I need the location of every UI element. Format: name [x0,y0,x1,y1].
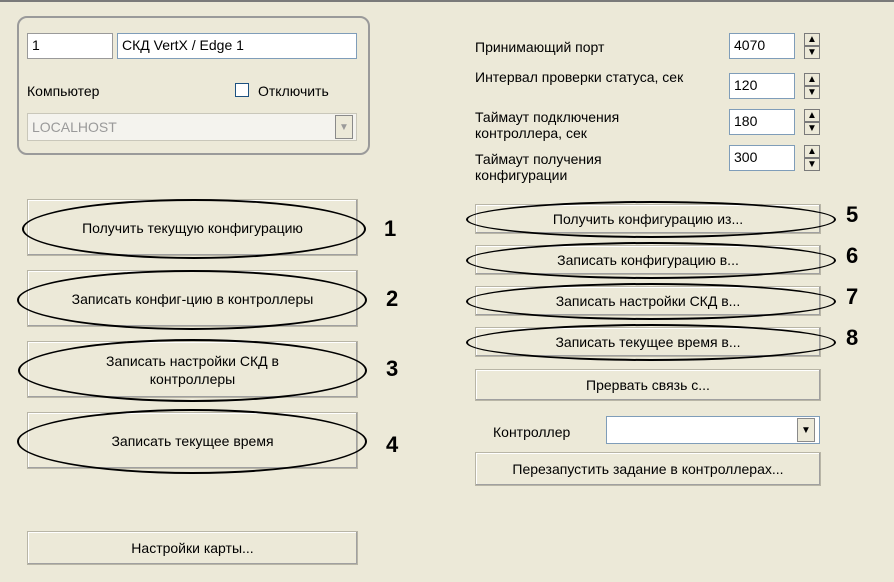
config-timeout-stepper[interactable]: ▲ ▼ [804,145,820,171]
controller-name-field[interactable]: СКД VertX / Edge 1 [117,33,357,59]
receiving-port-label: Принимающий порт [475,39,605,55]
connect-timeout-stepper[interactable]: ▲ ▼ [804,109,820,135]
status-interval-stepper[interactable]: ▲ ▼ [804,73,820,99]
config-timeout-field[interactable]: 300 [729,145,795,171]
marker-number-6: 6 [846,243,859,268]
marker-number-2: 2 [386,286,399,311]
controller-dropdown-icon[interactable]: ▼ [797,418,815,442]
spin-down-icon[interactable]: ▼ [804,158,820,171]
break-connection-button[interactable]: Прервать связь с... [475,369,821,401]
status-interval-field[interactable]: 120 [729,73,795,99]
write-acs-settings-button[interactable]: Записать настройки СКД в контроллеры [27,341,358,398]
controller-select[interactable] [606,416,820,444]
computer-dropdown-icon[interactable]: ▼ [335,115,353,139]
config-timeout-label: Таймаут получения конфигурации [475,151,602,183]
top-border [0,0,894,2]
spin-up-icon[interactable]: ▲ [804,73,820,86]
marker-number-5: 5 [846,202,859,227]
spin-up-icon[interactable]: ▲ [804,109,820,122]
write-current-time-button[interactable]: Записать текущее время [27,412,358,469]
write-current-time-to-button[interactable]: Записать текущее время в... [475,327,821,357]
write-config-button[interactable]: Записать конфиг-цию в контроллеры [27,270,358,327]
write-config-to-button[interactable]: Записать конфигурацию в... [475,245,821,275]
marker-number-1: 1 [384,216,397,241]
receiving-port-field[interactable]: 4070 [729,33,795,59]
map-settings-button[interactable]: Настройки карты... [27,531,358,565]
controller-id-field[interactable]: 1 [27,33,113,59]
computer-label: Компьютер [27,83,100,99]
spin-up-icon[interactable]: ▲ [804,145,820,158]
restart-task-button[interactable]: Перезапустить задание в контроллерах... [475,452,821,486]
controller-select-label: Контроллер [493,424,571,440]
computer-select[interactable]: LOCALHOST [27,113,357,141]
spin-down-icon[interactable]: ▼ [804,46,820,59]
write-acs-settings-to-button[interactable]: Записать настройки СКД в... [475,286,821,316]
marker-number-3: 3 [386,356,399,381]
connect-timeout-label: Таймаут подключения контроллера, сек [475,109,620,141]
spin-up-icon[interactable]: ▲ [804,33,820,46]
get-config-from-button[interactable]: Получить конфигурацию из... [475,204,821,234]
spin-down-icon[interactable]: ▼ [804,86,820,99]
disable-checkbox[interactable] [235,83,249,97]
marker-number-8: 8 [846,325,859,350]
receiving-port-stepper[interactable]: ▲ ▼ [804,33,820,59]
spin-down-icon[interactable]: ▼ [804,122,820,135]
connect-timeout-field[interactable]: 180 [729,109,795,135]
marker-number-7: 7 [846,284,859,309]
marker-number-4: 4 [386,432,399,457]
disable-label: Отключить [258,83,329,99]
get-current-config-button[interactable]: Получить текущую конфигурацию [27,199,358,256]
status-interval-label: Интервал проверки статуса, сек [475,69,684,85]
